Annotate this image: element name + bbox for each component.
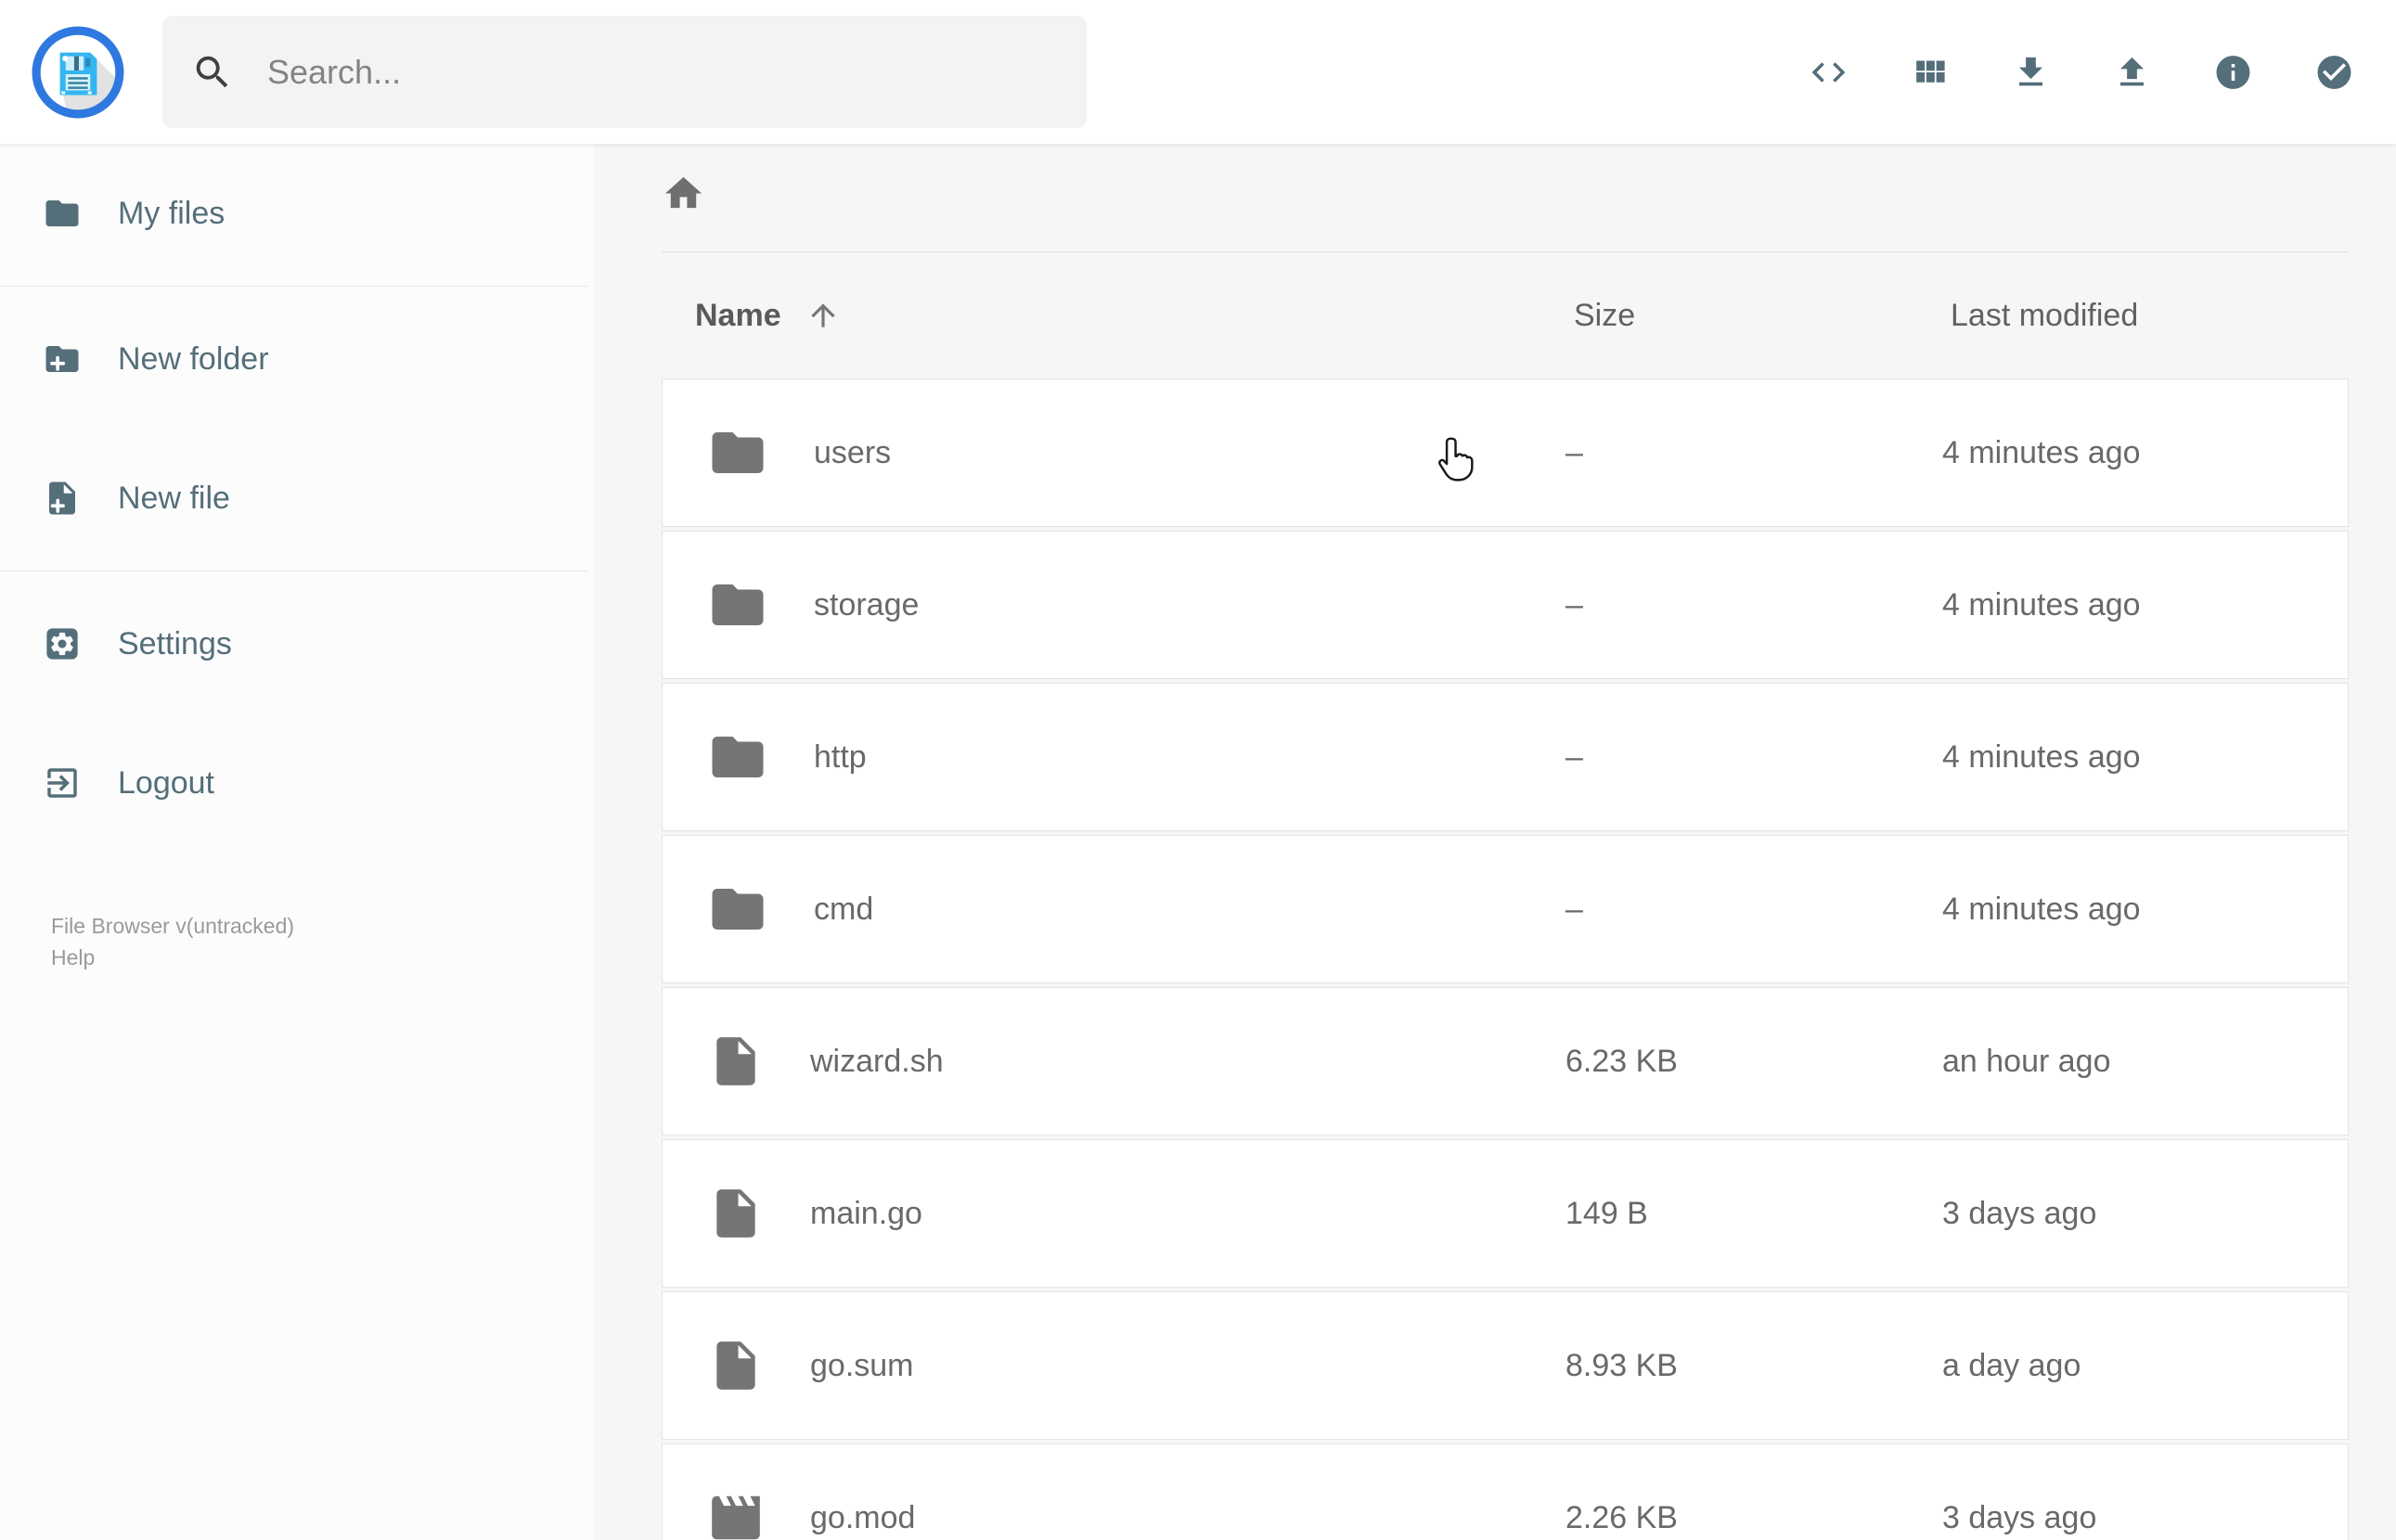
sidebar-item-label: My files [118, 195, 225, 231]
info-icon [2216, 55, 2250, 89]
listing-row[interactable]: wizard.sh 6.23 KB an hour ago [662, 987, 2349, 1136]
search-box[interactable] [162, 16, 1087, 128]
row-size: 2.26 KB [1565, 1499, 1678, 1535]
column-name-label: Name [695, 297, 781, 333]
sidebar-item-label: Settings [118, 625, 232, 661]
sidebar-item-new-file[interactable]: New file [0, 429, 594, 568]
select-button[interactable] [2314, 52, 2354, 92]
row-modified: 4 minutes ago [1942, 738, 2141, 775]
search-icon [191, 51, 234, 94]
sidebar-divider [0, 286, 588, 287]
sidebar-footer: File Browser v(untracked) Help [51, 910, 594, 973]
listing-row[interactable]: main.go 149 B 3 days ago [662, 1139, 2349, 1288]
home-breadcrumb-button[interactable] [662, 172, 705, 215]
topbar-actions [1809, 52, 2396, 92]
row-name: go.sum [810, 1347, 914, 1383]
movie-icon [712, 1495, 760, 1540]
row-size: 149 B [1565, 1195, 1648, 1231]
file-icon [716, 1189, 755, 1238]
code-icon [1811, 61, 1846, 83]
upload-button[interactable] [2112, 52, 2152, 92]
listing-row[interactable]: http – 4 minutes ago [662, 683, 2349, 831]
gear-icon [43, 624, 82, 663]
row-name: storage [814, 586, 920, 622]
breadcrumb [662, 172, 2349, 215]
listing-row[interactable]: cmd – 4 minutes ago [662, 835, 2349, 983]
row-size: – [1565, 891, 1583, 927]
upload-icon [2119, 57, 2145, 85]
listing-header: Name Size Last modified [662, 292, 2349, 339]
listing-row[interactable]: storage – 4 minutes ago [662, 531, 2349, 679]
raw-code-button[interactable] [1809, 52, 1849, 92]
row-modified: a day ago [1942, 1347, 2081, 1383]
sidebar-item-label: Logout [118, 764, 214, 801]
folder-icon [43, 194, 82, 233]
folder-plus-icon [43, 340, 82, 379]
row-name: users [814, 434, 892, 470]
row-size: – [1565, 586, 1583, 622]
folder-icon [712, 889, 764, 930]
sidebar-item-my-files[interactable]: My files [0, 144, 594, 283]
file-listing: users – 4 minutes ago storage – 4 minute… [662, 379, 2349, 1540]
divider [662, 251, 2349, 252]
row-name: http [814, 738, 867, 775]
row-name: cmd [814, 891, 874, 927]
row-modified: 3 days ago [1942, 1499, 2097, 1535]
listing-row[interactable]: go.sum 8.93 KB a day ago [662, 1291, 2349, 1440]
home-icon [664, 176, 702, 209]
sidebar: My files New folder New file Settings Lo… [0, 144, 594, 1540]
download-button[interactable] [2011, 52, 2051, 92]
help-link[interactable]: Help [51, 942, 594, 973]
sidebar-item-settings[interactable]: Settings [0, 574, 594, 713]
listing-row[interactable]: users – 4 minutes ago [662, 379, 2349, 527]
switch-view-button[interactable] [1910, 52, 1950, 92]
file-listing-area: Name Size Last modified users – 4 minute… [594, 144, 2396, 1540]
folder-icon [712, 432, 764, 473]
listing-row[interactable]: go.mod 2.26 KB 3 days ago [662, 1444, 2349, 1540]
row-size: 6.23 KB [1565, 1043, 1678, 1079]
file-browser-logo [32, 26, 124, 118]
row-size: 8.93 KB [1565, 1347, 1678, 1383]
sort-ascending-icon [805, 298, 841, 333]
check-circle-icon [2317, 55, 2351, 89]
row-modified: 4 minutes ago [1942, 586, 2141, 622]
row-name: wizard.sh [810, 1043, 944, 1079]
folder-icon [712, 584, 764, 625]
file-icon [716, 1037, 755, 1085]
row-modified: an hour ago [1942, 1043, 2111, 1079]
top-bar [0, 0, 2396, 144]
sort-by-modified[interactable]: Last modified [1941, 298, 2349, 334]
row-modified: 4 minutes ago [1942, 434, 2141, 470]
row-size: – [1565, 738, 1583, 775]
row-name: main.go [810, 1195, 922, 1231]
search-input[interactable] [265, 51, 1030, 93]
download-icon [2018, 57, 2043, 85]
file-plus-icon [43, 479, 82, 518]
logout-icon [43, 764, 82, 802]
row-size: – [1565, 434, 1583, 470]
info-button[interactable] [2213, 52, 2253, 92]
folder-icon [712, 737, 764, 777]
row-name: go.mod [810, 1499, 916, 1535]
app-version: File Browser v(untracked) [51, 914, 295, 938]
sort-by-size[interactable]: Size [1565, 298, 1941, 334]
sidebar-item-label: New folder [118, 340, 269, 377]
file-icon [716, 1341, 755, 1390]
row-modified: 4 minutes ago [1942, 891, 2141, 927]
view-grid-icon [1916, 59, 1945, 83]
row-modified: 3 days ago [1942, 1195, 2097, 1231]
sort-by-name[interactable]: Name [662, 298, 1565, 334]
sidebar-item-label: New file [118, 480, 230, 516]
sidebar-item-logout[interactable]: Logout [0, 713, 594, 853]
sidebar-item-new-folder[interactable]: New folder [0, 289, 594, 429]
